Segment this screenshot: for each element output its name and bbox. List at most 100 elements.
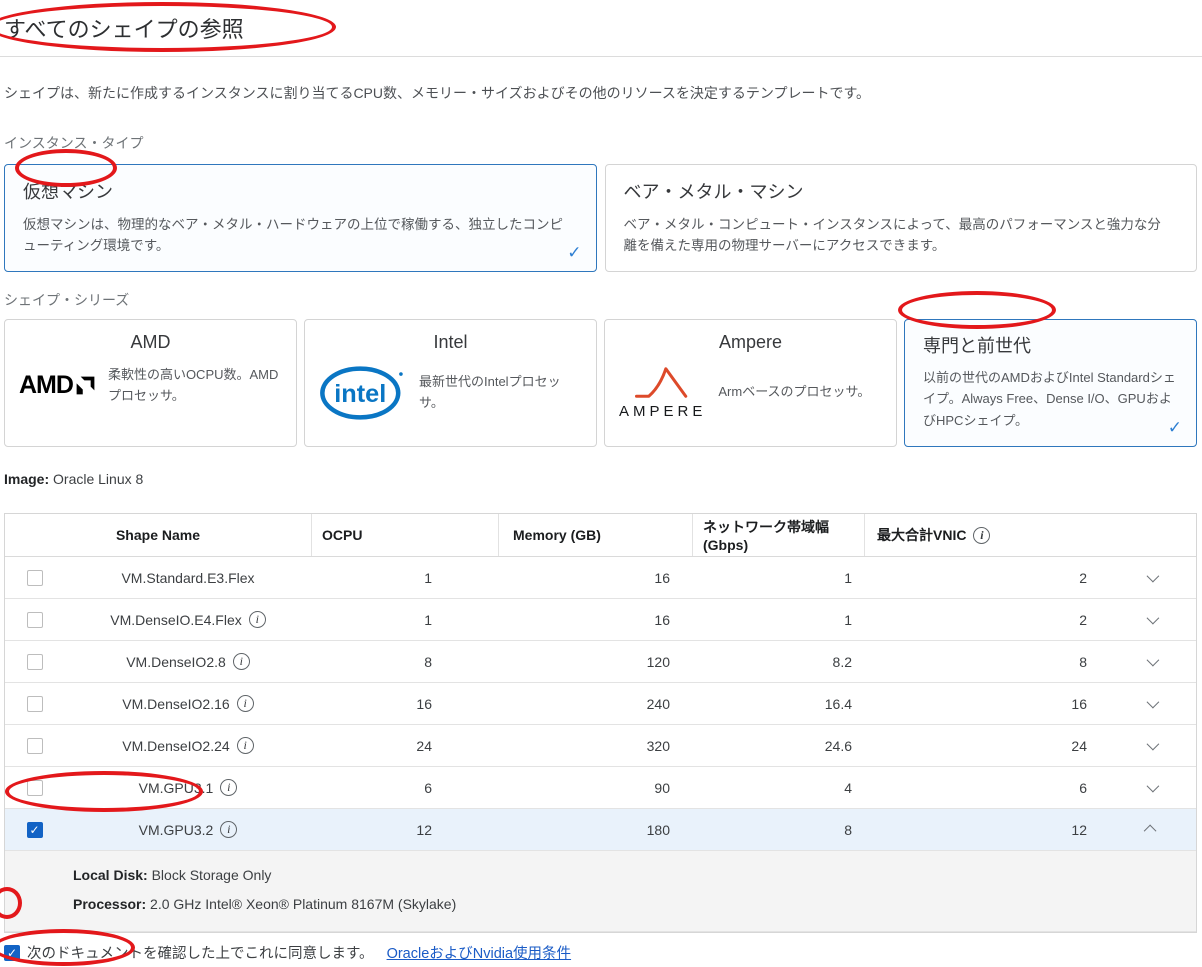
ocpu-value: 12 (312, 822, 499, 838)
vnic-value: 2 (865, 612, 1107, 628)
ocpu-value: 1 (312, 570, 499, 586)
shape-series-card-intel[interactable]: Intel intel 最新世代のIntelプロセッサ。 (304, 319, 597, 447)
agreement-row: ✓ 次のドキュメントを確認した上でこれに同意します。 OracleおよびNvid… (4, 942, 1202, 963)
dialog-description: シェイプは、新たに作成するインスタンスに割り当てるCPU数、メモリー・サイズおよ… (4, 83, 1202, 103)
ampere-logo-icon: AMPERE (619, 365, 706, 420)
bandwidth-value: 8 (693, 822, 865, 838)
row-checkbox[interactable] (27, 696, 43, 712)
image-label: Image: (4, 471, 49, 487)
memory-value: 180 (499, 822, 693, 838)
chevron-down-icon[interactable] (1147, 780, 1160, 793)
info-icon[interactable]: i (220, 779, 237, 796)
table-row-vm-gpu3-2[interactable]: ✓ VM.GPU3.2 i 12 180 8 12 (5, 809, 1196, 851)
row-checkbox[interactable] (27, 612, 43, 628)
row-checkbox[interactable] (27, 738, 43, 754)
instance-type-card-virtual-machine[interactable]: 仮想マシン 仮想マシンは、物理的なベア・メタル・ハードウェアの上位で稼働する、独… (4, 164, 597, 272)
bandwidth-value: 1 (693, 612, 865, 628)
ocpu-value: 16 (312, 696, 499, 712)
card-description: 以前の世代のAMDおよびIntel Standardシェイプ。Always Fr… (919, 367, 1182, 431)
shape-series-cards: AMD AMD 柔軟性の高いOCPU数。AMDプロセッサ。 Intel (4, 319, 1197, 447)
chevron-down-icon[interactable] (1147, 654, 1160, 667)
shape-series-label: シェイプ・シリーズ (4, 290, 1202, 310)
row-checkbox-checked[interactable]: ✓ (27, 822, 43, 838)
bandwidth-value: 4 (693, 780, 865, 796)
intel-logo-icon: intel (319, 365, 407, 421)
ocpu-value: 1 (312, 612, 499, 628)
bandwidth-value: 8.2 (693, 654, 865, 670)
browse-all-shapes-dialog: すべてのシェイプの参照 シェイプは、新たに作成するインスタンスに割り当てるCPU… (0, 0, 1202, 967)
ampere-wordmark: AMPERE (619, 403, 706, 420)
card-title: AMD (19, 332, 282, 353)
info-icon[interactable]: i (220, 821, 237, 838)
vnic-value: 16 (865, 696, 1107, 712)
bandwidth-value: 24.6 (693, 738, 865, 754)
ocpu-value: 8 (312, 654, 499, 670)
shape-name: VM.DenseIO2.16 (122, 696, 229, 712)
instance-type-card-bare-metal[interactable]: ベア・メタル・マシン ベア・メタル・コンピュート・インスタンスによって、最高のパ… (605, 164, 1198, 272)
shape-series-card-specialty[interactable]: 専門と前世代 以前の世代のAMDおよびIntel Standardシェイプ。Al… (904, 319, 1197, 447)
column-header-bandwidth: ネットワーク帯域幅(Gbps) (693, 514, 865, 556)
card-description: 最新世代のIntelプロセッサ。 (419, 372, 582, 414)
table-row-vm-gpu3-1[interactable]: VM.GPU3.1i 6 90 4 6 (5, 767, 1196, 809)
memory-value: 120 (499, 654, 693, 670)
column-header-ocpu: OCPU (312, 514, 499, 556)
vnic-value: 2 (865, 570, 1107, 586)
shape-name: VM.DenseIO2.24 (122, 738, 229, 754)
column-header-shape-name: Shape Name (5, 514, 312, 556)
info-icon[interactable]: i (973, 527, 990, 544)
shape-name: VM.GPU3.2 (139, 822, 214, 838)
info-icon[interactable]: i (249, 611, 266, 628)
table-row-vm-standard-e3-flex[interactable]: VM.Standard.E3.Flex 1 16 1 2 (5, 557, 1196, 599)
title-separator (0, 56, 1202, 57)
card-description: 柔軟性の高いOCPU数。AMDプロセッサ。 (108, 365, 282, 407)
info-icon[interactable]: i (237, 737, 254, 754)
memory-value: 16 (499, 570, 693, 586)
card-description: 仮想マシンは、物理的なベア・メタル・ハードウェアの上位で稼働する、独立したコンピ… (23, 215, 563, 257)
vnic-value: 12 (865, 822, 1107, 838)
instance-type-label: インスタンス・タイプ (4, 133, 1202, 153)
table-row-vm-denseio2-16[interactable]: VM.DenseIO2.16i 16 240 16.4 16 (5, 683, 1196, 725)
shape-name: VM.DenseIO2.8 (126, 654, 226, 670)
shape-series-card-amd[interactable]: AMD AMD 柔軟性の高いOCPU数。AMDプロセッサ。 (4, 319, 297, 447)
row-checkbox[interactable] (27, 654, 43, 670)
image-value: Oracle Linux 8 (53, 471, 143, 487)
column-header-vnic: 最大合計VNIC i (865, 514, 1196, 556)
memory-value: 16 (499, 612, 693, 628)
info-icon[interactable]: i (233, 653, 250, 670)
processor-label: Processor: (73, 896, 146, 912)
chevron-down-icon[interactable] (1147, 738, 1160, 751)
agreement-checkbox[interactable]: ✓ (4, 945, 20, 961)
chevron-up-icon[interactable] (1144, 825, 1157, 838)
shape-name: VM.DenseIO.E4.Flex (110, 612, 242, 628)
card-description: Armベースのプロセッサ。 (718, 382, 870, 403)
card-title: Intel (319, 332, 582, 353)
row-checkbox[interactable] (27, 570, 43, 586)
table-row-vm-denseio2-8[interactable]: VM.DenseIO2.8i 8 120 8.2 8 (5, 641, 1196, 683)
row-checkbox[interactable] (27, 780, 43, 796)
amd-logo-icon: AMD (19, 371, 96, 400)
ocpu-value: 6 (312, 780, 499, 796)
check-icon: ✓ (1168, 418, 1182, 438)
shape-table: Shape Name OCPU Memory (GB) ネットワーク帯域幅(Gb… (4, 513, 1197, 933)
info-icon[interactable]: i (237, 695, 254, 712)
terms-link[interactable]: OracleおよびNvidia使用条件 (387, 942, 572, 963)
chevron-down-icon[interactable] (1147, 696, 1160, 709)
card-title: 専門と前世代 (919, 332, 1182, 358)
page-title: すべてのシェイプの参照 (4, 0, 1202, 44)
memory-value: 320 (499, 738, 693, 754)
row-expanded-details: Local Disk: Block Storage Only Processor… (5, 851, 1196, 932)
instance-type-cards: 仮想マシン 仮想マシンは、物理的なベア・メタル・ハードウェアの上位で稼働する、独… (4, 164, 1197, 272)
shape-name: VM.Standard.E3.Flex (121, 570, 254, 586)
chevron-down-icon[interactable] (1147, 612, 1160, 625)
shape-name: VM.GPU3.1 (139, 780, 214, 796)
card-title: ベア・メタル・マシン (624, 178, 1179, 204)
shape-series-card-ampere[interactable]: Ampere AMPERE Armベースのプロセッサ。 (604, 319, 897, 447)
table-row-vm-denseio2-24[interactable]: VM.DenseIO2.24 i 24 320 24.6 24 (5, 725, 1196, 767)
table-row-vm-denseio-e4-flex[interactable]: VM.DenseIO.E4.Flex i 1 16 1 2 (5, 599, 1196, 641)
bandwidth-value: 1 (693, 570, 865, 586)
image-info: Image: Oracle Linux 8 (4, 471, 1202, 487)
vnic-value: 24 (865, 738, 1107, 754)
chevron-down-icon[interactable] (1147, 570, 1160, 583)
agreement-text: 次のドキュメントを確認した上でこれに同意します。 (27, 942, 374, 963)
ocpu-value: 24 (312, 738, 499, 754)
